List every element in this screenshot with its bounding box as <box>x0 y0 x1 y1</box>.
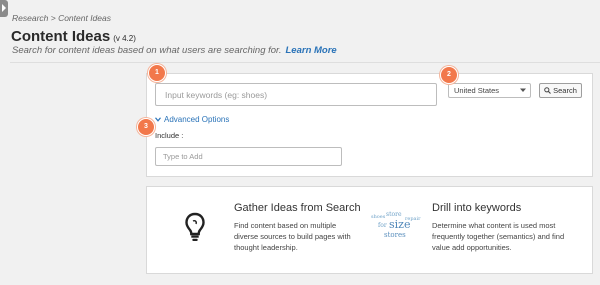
step-badge-1: 1 <box>148 64 166 82</box>
feature-title-drill: Drill into keywords <box>432 202 522 214</box>
search-panel: United States Search Advanced Options In… <box>146 73 593 177</box>
include-input[interactable] <box>155 147 342 166</box>
page-title: Content Ideas (v 4.2) <box>11 28 136 45</box>
page-subtitle: Search for content ideas based on what u… <box>12 45 337 56</box>
keyword-input[interactable] <box>155 83 437 106</box>
chevron-down-icon <box>520 88 526 92</box>
lightbulb-icon <box>185 212 205 241</box>
subtitle-text: Search for content ideas based on what u… <box>12 45 282 56</box>
country-select-value: United States <box>454 86 500 95</box>
learn-more-link[interactable]: Learn More <box>286 45 337 56</box>
cloud-word-stores: stores <box>384 231 406 239</box>
chevron-right-icon <box>2 4 6 12</box>
side-panel-toggle[interactable] <box>0 0 8 17</box>
features-panel: Gather Ideas from Search Find content ba… <box>146 186 593 274</box>
cloud-word-store: store <box>386 211 402 218</box>
breadcrumb: Research > Content Ideas <box>12 13 111 23</box>
include-label: Include : <box>155 131 184 140</box>
page-title-text: Content Ideas <box>11 28 111 45</box>
header-divider <box>10 62 600 63</box>
search-icon <box>544 87 552 94</box>
cloud-word-shoes: shoes <box>371 214 386 220</box>
country-select[interactable]: United States <box>448 83 531 98</box>
step-badge-3: 3 <box>137 118 155 136</box>
word-cloud-icon: store repair for size stores shoes <box>371 211 423 245</box>
step-badge-2: 2 <box>440 66 458 84</box>
version-label: (v 4.2) <box>113 34 136 43</box>
advanced-options-toggle[interactable]: Advanced Options <box>155 115 229 124</box>
search-button-label: Search <box>553 86 577 95</box>
search-button[interactable]: Search <box>539 83 582 98</box>
advanced-options-label: Advanced Options <box>164 115 230 124</box>
cloud-word-size: size <box>389 218 411 231</box>
feature-desc-drill: Determine what content is used most freq… <box>432 221 565 252</box>
feature-title-gather: Gather Ideas from Search <box>234 202 361 214</box>
chevron-down-icon <box>155 117 161 122</box>
cloud-word-for: for <box>378 222 387 229</box>
feature-desc-gather: Find content based on multiple diverse s… <box>234 221 351 252</box>
